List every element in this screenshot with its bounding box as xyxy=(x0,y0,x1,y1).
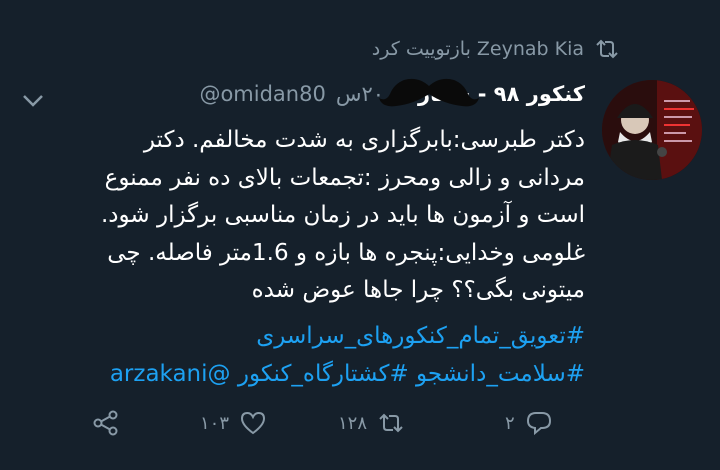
tweet-line: میتونی بگی؟؟ چرا جاها عوض شده xyxy=(251,277,585,303)
user-handle[interactable]: @omidan80 xyxy=(199,82,325,106)
like-count: ۱۰۳ xyxy=(200,412,230,434)
hashtag-link[interactable]: #تعویق_تمام_کنکورهای_سراسری xyxy=(256,323,585,349)
avatar-image xyxy=(602,80,702,180)
retweet-indicator: بازتوییت کرد Zeynab Kia xyxy=(372,38,620,60)
share-icon xyxy=(93,410,118,436)
retweet-button[interactable]: ۱۲۸ xyxy=(338,410,405,436)
mention-link[interactable]: @arzakani xyxy=(110,361,231,387)
retweet-count: ۱۲۸ xyxy=(338,412,368,434)
avatar[interactable] xyxy=(602,80,702,180)
retweet-icon xyxy=(596,39,618,59)
like-button[interactable]: ۱۰۳ xyxy=(200,410,267,436)
share-button[interactable] xyxy=(92,410,120,436)
tweet-line: دکتر طبرسی:بابرگزاری به شدت مخالفم. دکتر xyxy=(143,127,585,153)
heart-icon xyxy=(241,411,266,435)
tweet-line: مردانی و زالی ومحرز :تجمعات بالای ده نفر… xyxy=(104,164,585,191)
reply-icon xyxy=(526,412,551,436)
hashtag-link[interactable]: #سلامت_دانشجو #کشتارگاه_کنکور xyxy=(238,361,585,387)
tweet-tags: #تعویق_تمام_کنکورهای_سراسری #سلامت_دانشج… xyxy=(40,318,585,393)
retweeter-name[interactable]: Zeynab Kia xyxy=(477,38,584,60)
retweet-icon xyxy=(379,413,403,433)
retweet-label: بازتوییت کرد xyxy=(371,38,471,60)
reply-button[interactable]: ۲ xyxy=(505,410,553,436)
reply-count: ۲ xyxy=(505,412,515,434)
tweet-line: است و آزمون ها باید در زمان مناسبی برگزا… xyxy=(100,202,585,228)
mustache-overlay xyxy=(379,78,480,107)
tweet-line: غلومی وخدایی:پنجره ها بازه و 1.6متر فاصل… xyxy=(107,239,585,266)
tweet-text: دکتر طبرسی:بابرگزاری به شدت مخالفم. دکتر… xyxy=(40,122,585,310)
display-name[interactable]: کنکور ۹۸ - شعار... xyxy=(379,78,585,107)
chevron-down-icon[interactable] xyxy=(22,94,44,108)
retweet-text: بازتوییت کرد Zeynab Kia xyxy=(372,38,584,60)
tweet-header: @omidan80 ۲۰س کنکور ۹۸ - شعار... xyxy=(199,78,585,107)
tweet-actions: ۱۰۳ ۱۲۸ ۲ xyxy=(0,410,720,450)
